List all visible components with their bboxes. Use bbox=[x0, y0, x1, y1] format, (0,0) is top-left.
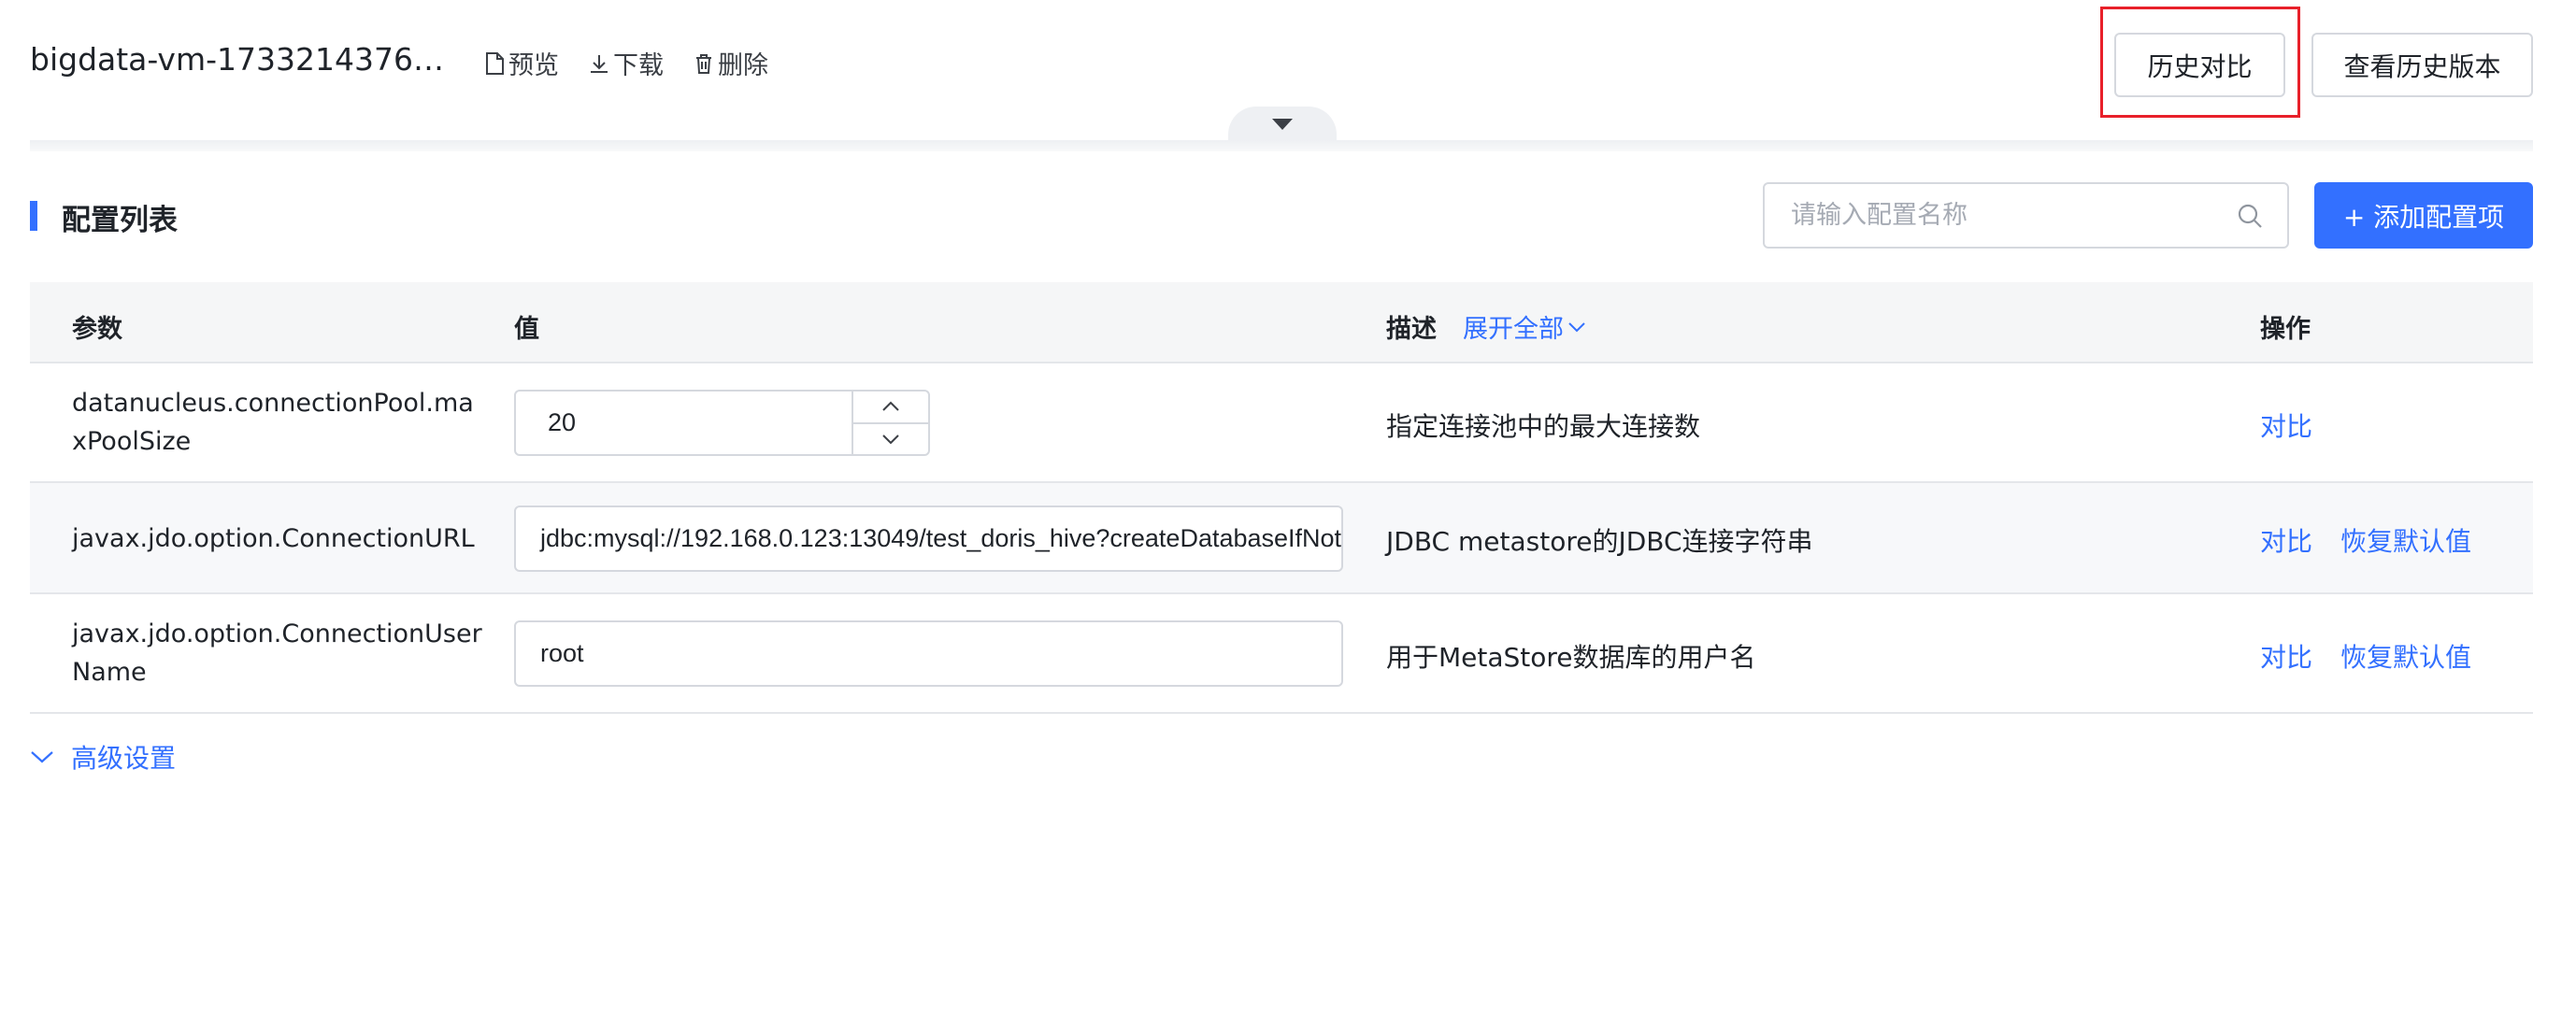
download-icon bbox=[591, 54, 608, 73]
row-actions: 对比 恢复默认值 bbox=[2260, 637, 2471, 675]
compare-link[interactable]: 对比 bbox=[2260, 406, 2312, 444]
delete-button[interactable]: 删除 bbox=[694, 45, 768, 81]
file-header: bigdata-vm-1733214376-w... 预览 下载 删除 历史对比… bbox=[0, 0, 2576, 142]
chevron-down-icon bbox=[31, 751, 53, 763]
preview-button[interactable]: 预览 bbox=[484, 45, 559, 81]
restore-default-link[interactable]: 恢复默认值 bbox=[2340, 637, 2471, 675]
download-label: 下载 bbox=[613, 51, 664, 80]
compare-link[interactable]: 对比 bbox=[2260, 637, 2312, 675]
value-text: root bbox=[540, 639, 584, 667]
column-desc: 描述 bbox=[1386, 315, 1437, 344]
decrement-button[interactable] bbox=[853, 424, 928, 455]
table-row: javax.jdo.option.ConnectionURL jdbc:mysq… bbox=[30, 483, 2533, 594]
preview-label: 预览 bbox=[508, 51, 559, 80]
value-input[interactable]: jdbc:mysql://192.168.0.123:13049/test_do… bbox=[514, 505, 1343, 572]
column-param: 参数 bbox=[72, 315, 122, 344]
row-actions: 对比 bbox=[2260, 406, 2312, 444]
expand-all-label: 展开全部 bbox=[1463, 315, 1564, 344]
section-accent-bar bbox=[30, 201, 37, 231]
advanced-settings-label: 高级设置 bbox=[71, 743, 177, 774]
add-config-button[interactable]: + 添加配置项 bbox=[2314, 182, 2533, 249]
history-compare-button[interactable]: 历史对比 bbox=[2114, 33, 2285, 97]
param-name: javax.jdo.option.ConnectionURL bbox=[72, 524, 475, 553]
param-name: javax.jdo.option.ConnectionUserName bbox=[72, 619, 482, 687]
search-field[interactable] bbox=[1763, 182, 2289, 249]
expand-all-link[interactable]: 展开全部 bbox=[1463, 308, 1586, 345]
header-divider bbox=[30, 140, 2533, 151]
table-row: javax.jdo.option.ConnectionUserName root… bbox=[30, 594, 2533, 714]
stepper-controls bbox=[852, 392, 928, 454]
search-icon[interactable] bbox=[2237, 203, 2263, 229]
stepper-value[interactable]: 20 bbox=[516, 392, 852, 454]
table-row: datanucleus.connectionPool.maxPoolSize 2… bbox=[30, 363, 2533, 483]
value-stepper[interactable]: 20 bbox=[514, 390, 930, 456]
param-description: 用于MetaStore数据库的用户名 bbox=[1386, 642, 1756, 673]
file-title: bigdata-vm-1733214376-w... bbox=[30, 41, 451, 78]
trash-icon bbox=[696, 53, 711, 74]
restore-default-link[interactable]: 恢复默认值 bbox=[2340, 521, 2471, 559]
search-input[interactable] bbox=[1789, 200, 2237, 231]
file-icon bbox=[486, 51, 504, 75]
config-table: 参数 值 描述 展开全部 操作 datanucleus.connectionPo… bbox=[30, 282, 2533, 714]
chevron-down-icon bbox=[882, 434, 899, 445]
row-actions: 对比 恢复默认值 bbox=[2260, 521, 2471, 559]
delete-label: 删除 bbox=[718, 51, 768, 80]
param-name: datanucleus.connectionPool.maxPoolSize bbox=[72, 389, 474, 456]
section-title: 配置列表 bbox=[62, 204, 178, 237]
table-header: 参数 值 描述 展开全部 操作 bbox=[30, 282, 2533, 363]
column-value: 值 bbox=[514, 315, 539, 344]
param-description: 指定连接池中的最大连接数 bbox=[1386, 411, 1701, 442]
collapse-toggle[interactable] bbox=[1228, 107, 1337, 142]
compare-link[interactable]: 对比 bbox=[2260, 521, 2312, 559]
increment-button[interactable] bbox=[853, 392, 928, 424]
param-description: JDBC metastore的JDBC连接字符串 bbox=[1386, 526, 1813, 557]
value-input[interactable]: root bbox=[514, 620, 1343, 687]
view-history-button[interactable]: 查看历史版本 bbox=[2311, 33, 2533, 97]
value-text: jdbc:mysql://192.168.0.123:13049/test_do… bbox=[540, 524, 1342, 552]
chevron-down-icon bbox=[1568, 321, 1585, 332]
advanced-settings-toggle[interactable]: 高级设置 bbox=[30, 738, 176, 776]
column-ops: 操作 bbox=[2260, 315, 2311, 344]
download-button[interactable]: 下载 bbox=[589, 45, 664, 81]
caret-down-icon bbox=[1272, 119, 1293, 130]
chevron-up-icon bbox=[882, 401, 899, 411]
